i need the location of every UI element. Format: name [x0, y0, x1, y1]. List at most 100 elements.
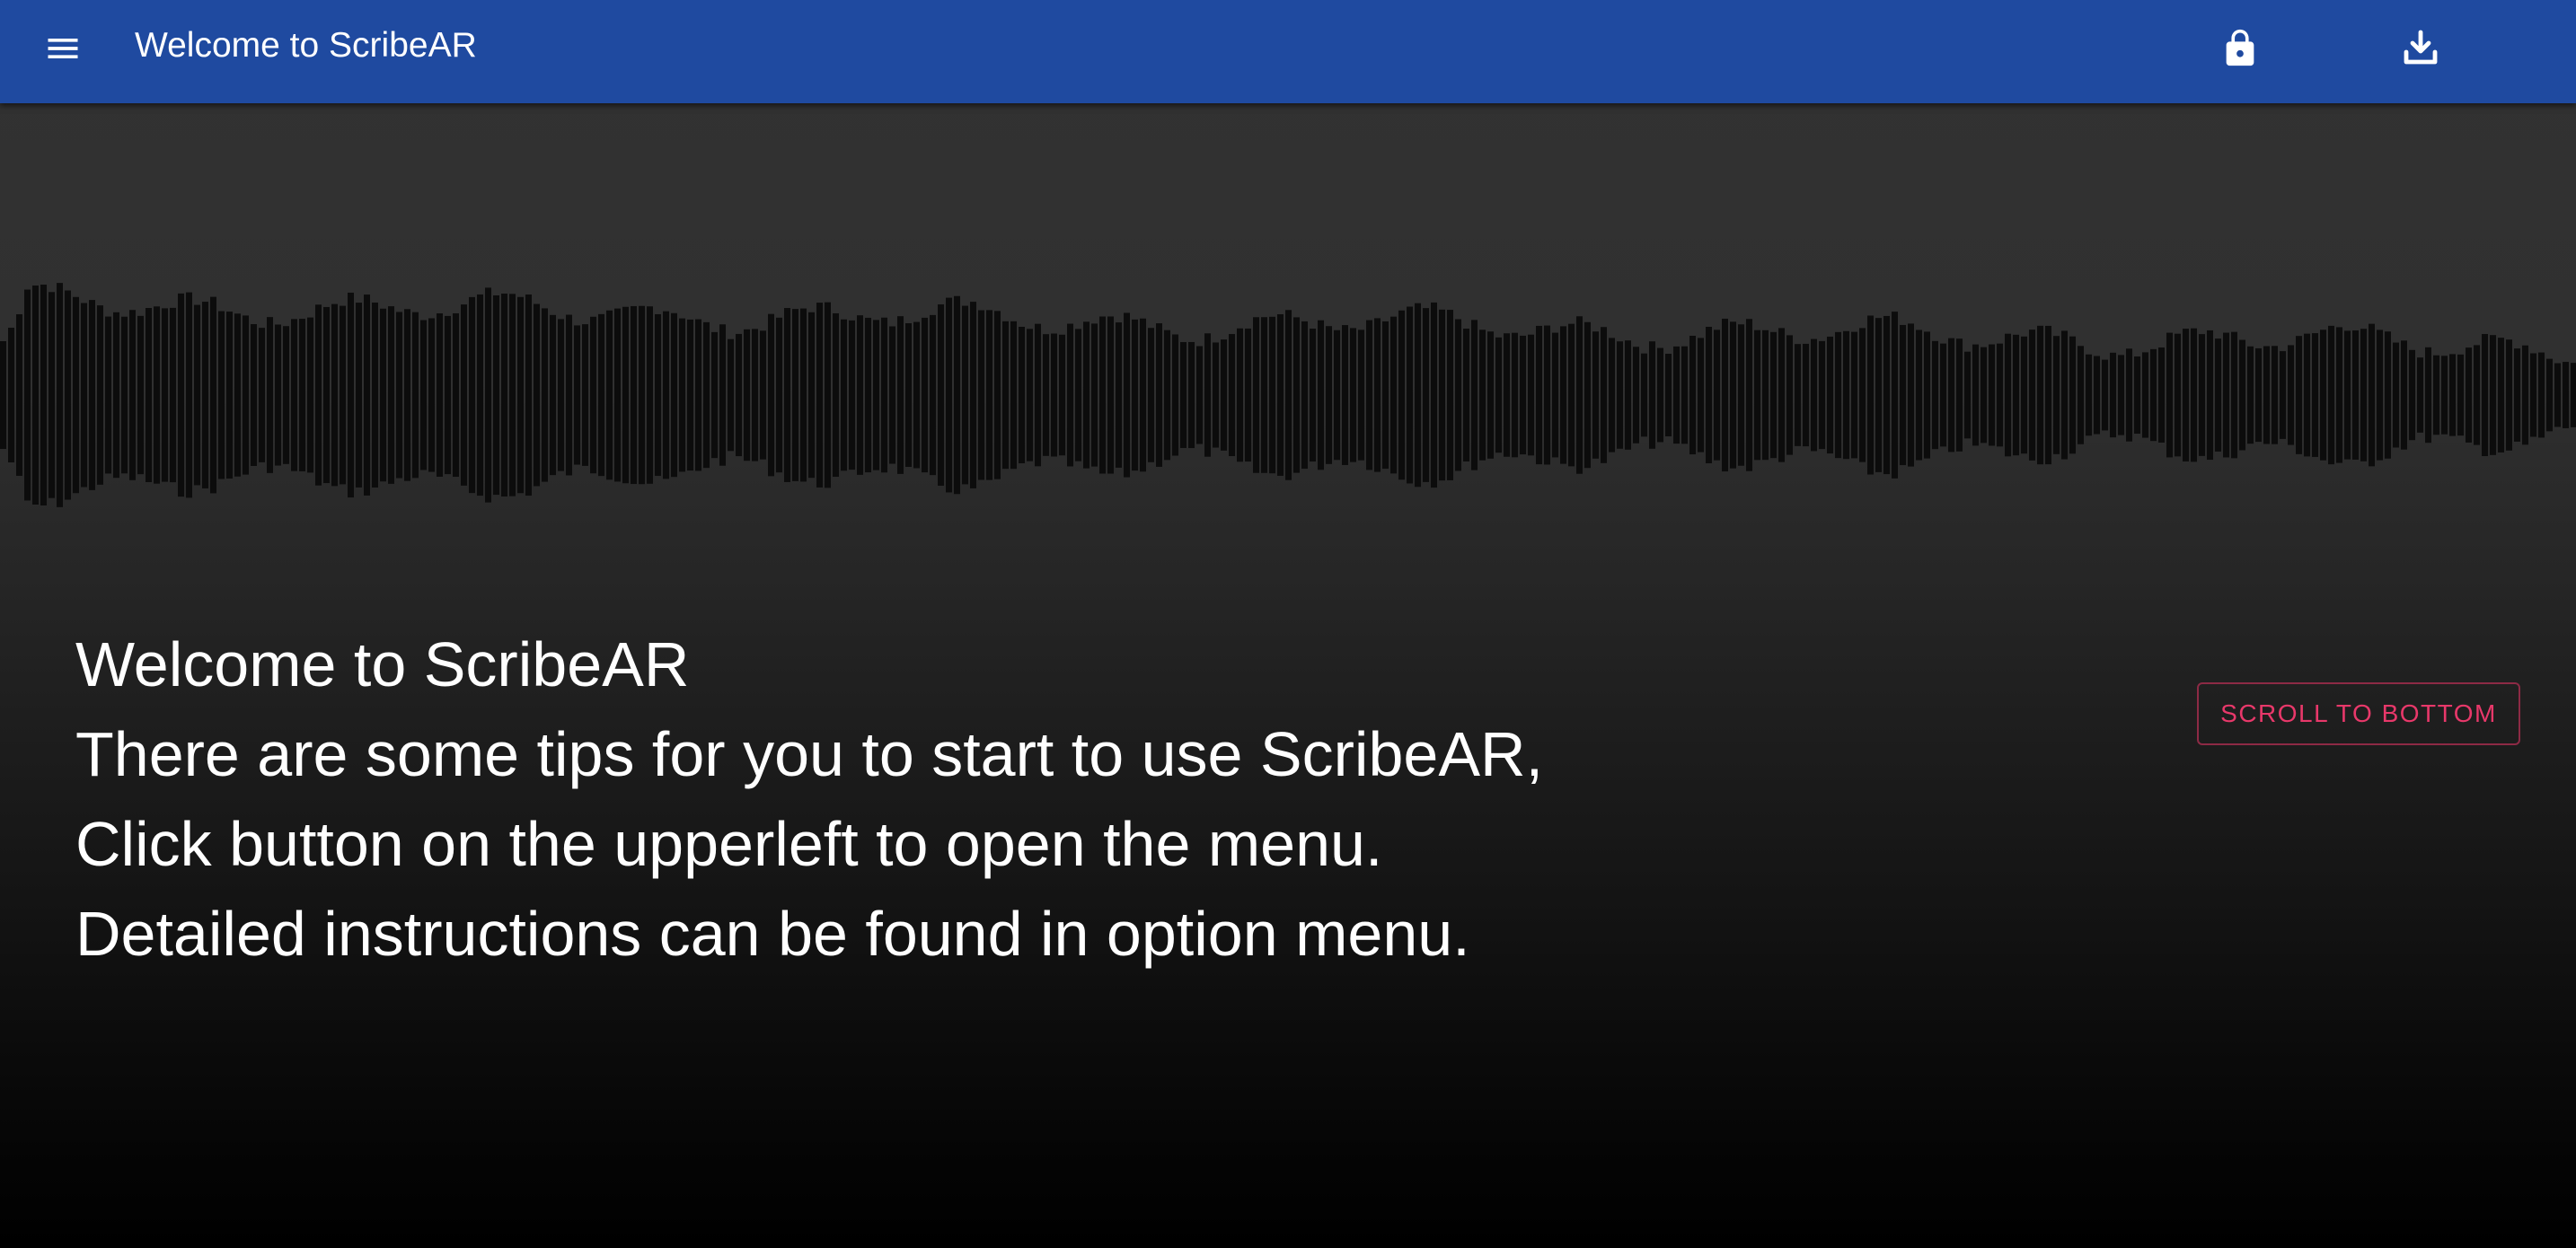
waveform-bar	[81, 303, 87, 488]
waveform-bar	[2369, 323, 2375, 467]
waveform-bar	[1714, 330, 1720, 461]
waveform-bar	[194, 304, 200, 486]
waveform-bar	[251, 324, 257, 466]
waveform-bar	[1423, 308, 1429, 482]
waveform-bar	[2288, 345, 2294, 445]
waveform-bar	[1786, 335, 1793, 455]
waveform-bar	[1415, 303, 1421, 488]
waveform-bar	[663, 311, 669, 479]
waveform-bar	[1657, 347, 1663, 443]
download-button[interactable]	[2388, 16, 2453, 81]
waveform-bar	[1900, 324, 1906, 466]
waveform-bar	[331, 303, 338, 487]
waveform-bar	[477, 294, 483, 497]
waveform-bar	[1689, 335, 1696, 455]
waveform-bar	[1803, 343, 1809, 447]
waveform-bar	[2086, 354, 2092, 436]
waveform-bar	[40, 285, 47, 505]
waveform-bar	[1124, 312, 1130, 478]
waveform-bar	[671, 312, 677, 478]
waveform-bar	[1883, 315, 1890, 475]
waveform-bar	[986, 310, 992, 480]
waveform-bar	[2045, 325, 2051, 465]
waveform-bar	[1132, 319, 1138, 471]
waveform-bar	[2409, 349, 2415, 441]
waveform-bar	[1592, 331, 1599, 459]
waveform-bar	[509, 294, 516, 497]
waveform-bar	[647, 306, 653, 484]
waveform-bar	[2158, 347, 2165, 443]
waveform-bar	[1463, 329, 1469, 461]
waveform-bar	[922, 317, 928, 473]
waveform-bar	[364, 294, 370, 496]
waveform-bar	[800, 308, 807, 482]
waveform-bar	[857, 315, 863, 475]
waveform-bar	[1471, 320, 1478, 470]
waveform-bar	[728, 338, 734, 452]
waveform-bar	[2215, 338, 2221, 452]
transcript-line: Detailed instructions can be found in op…	[75, 899, 1470, 969]
waveform-bar	[1601, 327, 1607, 463]
waveform-bar	[2563, 362, 2569, 428]
waveform-bar	[994, 311, 1001, 479]
waveform-bar	[2296, 336, 2302, 454]
waveform-bar	[2272, 346, 2278, 444]
waveform-bar	[1455, 319, 1461, 471]
waveform-bar	[1091, 323, 1098, 467]
waveform-bar	[2053, 336, 2060, 454]
waveform-bar	[905, 323, 912, 467]
waveform-bar	[1099, 316, 1106, 474]
waveform-bar	[2183, 329, 2189, 461]
waveform-bar	[299, 319, 305, 471]
waveform-bar	[1140, 318, 1146, 472]
waveform-bar	[550, 314, 556, 476]
menu-button[interactable]	[32, 18, 93, 79]
waveform-bar	[816, 303, 823, 488]
waveform-bar	[962, 305, 968, 485]
waveform-bar	[695, 319, 701, 471]
waveform-bar	[2506, 339, 2512, 451]
waveform-bar	[2393, 342, 2399, 448]
waveform-bar	[202, 302, 208, 488]
waveform-bar	[1843, 330, 1849, 460]
waveform-bar	[267, 317, 273, 473]
waveform-bar	[1528, 334, 1534, 456]
waveform-bar	[736, 333, 742, 457]
waveform-bar	[1584, 321, 1591, 469]
waveform-bar	[1107, 316, 1114, 474]
waveform-bar	[2546, 358, 2553, 432]
waveform-bar	[1738, 324, 1744, 466]
waveform-bar	[170, 307, 176, 483]
waveform-bar	[679, 318, 685, 472]
waveform-bar	[1188, 341, 1195, 449]
waveform-bar	[210, 296, 216, 494]
waveform-bar	[1002, 321, 1009, 470]
waveform-bar	[1520, 335, 1526, 455]
waveform-bar	[2457, 354, 2464, 436]
waveform-bar	[1261, 317, 1267, 473]
waveform-bar	[2466, 347, 2472, 443]
waveform-bar	[1916, 330, 1922, 461]
waveform-bar	[1762, 330, 1769, 461]
waveform-bar	[2094, 356, 2100, 435]
waveform-bar	[2304, 333, 2310, 457]
waveform-bar	[1568, 323, 1575, 467]
waveform-bar	[1576, 316, 1583, 474]
waveform-bar	[2401, 340, 2407, 450]
waveform-bar	[89, 300, 95, 490]
waveform-bar	[2150, 348, 2157, 442]
waveform-bar	[1617, 341, 1623, 449]
waveform-bar	[1956, 338, 1963, 452]
waveform-bar	[1681, 346, 1688, 444]
waveform-bar	[2037, 325, 2043, 465]
waveform-bar	[2126, 348, 2132, 442]
waveform-bar	[1180, 342, 1187, 448]
waveform-bar	[275, 324, 281, 466]
waveform-bar	[1269, 316, 1275, 474]
waveform-bar	[1447, 310, 1453, 480]
waveform-bar	[1043, 334, 1049, 456]
lock-button[interactable]	[2208, 16, 2272, 81]
waveform-bar	[501, 294, 507, 497]
scroll-to-bottom-button[interactable]: SCROLL TO BOTTOM	[2197, 682, 2520, 745]
waveform-bar	[1172, 334, 1178, 456]
